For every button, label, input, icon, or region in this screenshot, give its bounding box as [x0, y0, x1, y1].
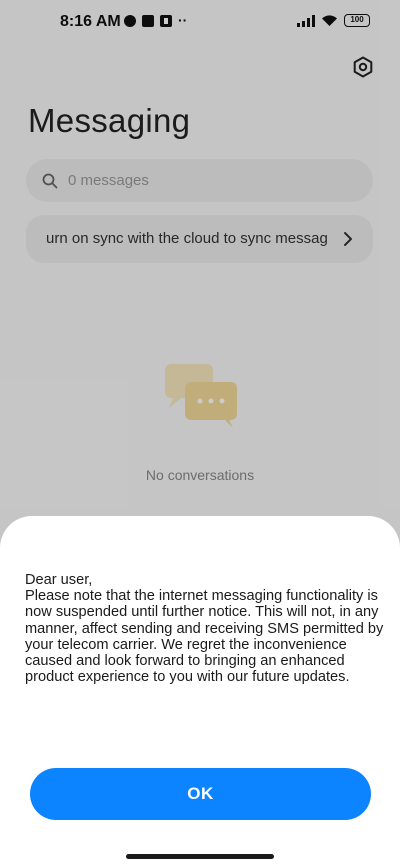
ok-button[interactable]: OK — [30, 768, 371, 820]
notice-message: Dear user, Please note that the internet… — [25, 572, 387, 685]
notice-body: Please note that the internet messaging … — [25, 588, 384, 686]
notice-dialog: Dear user, Please note that the internet… — [0, 516, 400, 866]
home-indicator[interactable] — [126, 854, 274, 859]
notice-greeting: Dear user, — [25, 572, 93, 588]
